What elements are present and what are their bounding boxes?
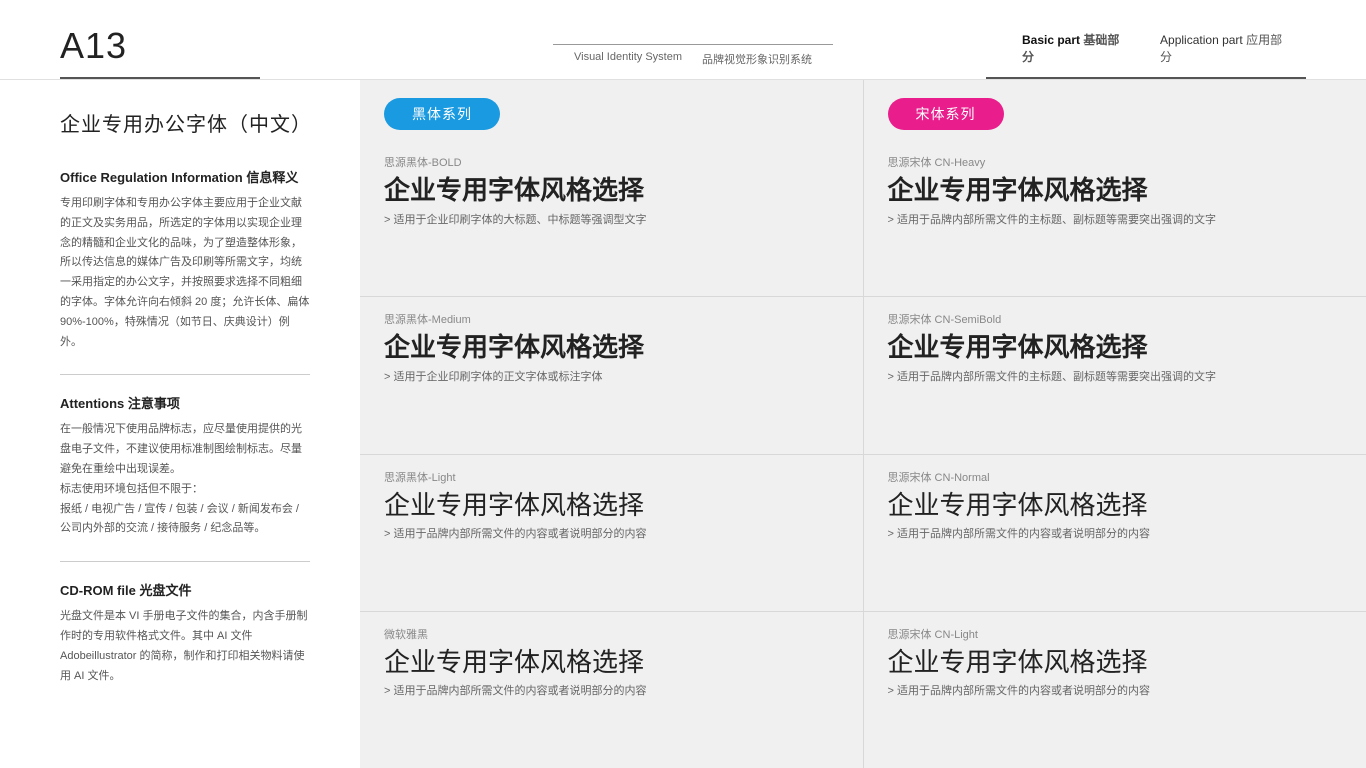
font-name-yahei: 微软雅黑 bbox=[384, 626, 839, 642]
font-sample-yahei: 企业专用字体风格选择 bbox=[384, 648, 839, 677]
sidebar-section-attentions-title: Attentions 注意事项 bbox=[60, 393, 310, 412]
font-columns: 黑体系列 思源黑体-BOLD 企业专用字体风格选择 适用于企业印刷字体的大标题、… bbox=[360, 80, 1366, 768]
header-title-en: Visual Identity System bbox=[574, 51, 682, 67]
font-desc-songti-heavy: 适用于品牌内部所需文件的主标题、副标题等需要突出强调的文字 bbox=[888, 211, 1343, 227]
font-entry-yahei: 微软雅黑 企业专用字体风格选择 适用于品牌内部所需文件的内容或者说明部分的内容 bbox=[360, 612, 863, 768]
font-name-songti-semibold: 思源宋体 CN-SemiBold bbox=[888, 311, 1343, 327]
font-sample-heiti-medium: 企业专用字体风格选择 bbox=[384, 333, 839, 362]
header-nav-application-en: Application part bbox=[1160, 33, 1243, 47]
font-name-songti-heavy: 思源宋体 CN-Heavy bbox=[888, 154, 1343, 170]
sidebar-section-regulation-body: 专用印刷字体和专用办公字体主要应用于企业文献的正文及实务用品，所选定的字体用以实… bbox=[60, 194, 310, 352]
sidebar: 企业专用办公字体（中文） Office Regulation Informati… bbox=[0, 80, 360, 768]
sidebar-section-attentions: Attentions 注意事项 在一般情况下使用品牌标志，应尽量使用提供的光盘电… bbox=[60, 393, 310, 539]
sidebar-section-cdrom: CD-ROM file 光盘文件 光盘文件是本 VI 手册电子文件的集合，内含手… bbox=[60, 580, 310, 686]
sidebar-section-cdrom-body: 光盘文件是本 VI 手册电子文件的集合，内含手册制作时的专用软件格式文件。其中 … bbox=[60, 607, 310, 686]
font-sample-heiti-bold: 企业专用字体风格选择 bbox=[384, 176, 839, 205]
font-entry-heiti-light: 思源黑体-Light 企业专用字体风格选择 适用于品牌内部所需文件的内容或者说明… bbox=[360, 455, 863, 612]
font-name-heiti-medium: 思源黑体-Medium bbox=[384, 311, 839, 327]
font-desc-songti-light: 适用于品牌内部所需文件的内容或者说明部分的内容 bbox=[888, 682, 1343, 698]
sidebar-divider-1 bbox=[60, 374, 310, 375]
font-col-songti: 宋体系列 思源宋体 CN-Heavy 企业专用字体风格选择 适用于品牌内部所需文… bbox=[864, 80, 1366, 768]
badge-songti: 宋体系列 bbox=[888, 98, 1004, 130]
font-entry-heiti-medium: 思源黑体-Medium 企业专用字体风格选择 适用于企业印刷字体的正文字体或标注… bbox=[360, 297, 863, 454]
col-header-songti: 宋体系列 bbox=[864, 80, 1366, 130]
font-desc-heiti-light: 适用于品牌内部所需文件的内容或者说明部分的内容 bbox=[384, 525, 839, 541]
font-name-heiti-bold: 思源黑体-BOLD bbox=[384, 154, 839, 170]
header-nav-basic-en: Basic part bbox=[1022, 33, 1080, 47]
header-center-line bbox=[553, 44, 833, 45]
font-name-songti-normal: 思源宋体 CN-Normal bbox=[888, 469, 1343, 485]
font-name-songti-light: 思源宋体 CN-Light bbox=[888, 626, 1343, 642]
font-entry-songti-semibold: 思源宋体 CN-SemiBold 企业专用字体风格选择 适用于品牌内部所需文件的… bbox=[864, 297, 1366, 454]
header: A13 Visual Identity System 品牌视觉形象识别系统 Ba… bbox=[0, 0, 1366, 80]
font-entry-songti-normal: 思源宋体 CN-Normal 企业专用字体风格选择 适用于品牌内部所需文件的内容… bbox=[864, 455, 1366, 612]
content: 黑体系列 思源黑体-BOLD 企业专用字体风格选择 适用于企业印刷字体的大标题、… bbox=[360, 80, 1366, 768]
header-nav-basic[interactable]: Basic part 基础部分 bbox=[1006, 31, 1144, 65]
font-sample-heiti-light: 企业专用字体风格选择 bbox=[384, 491, 839, 520]
font-entry-songti-light: 思源宋体 CN-Light 企业专用字体风格选择 适用于品牌内部所需文件的内容或… bbox=[864, 612, 1366, 768]
font-desc-songti-semibold: 适用于品牌内部所需文件的主标题、副标题等需要突出强调的文字 bbox=[888, 368, 1343, 384]
sidebar-section-attentions-body: 在一般情况下使用品牌标志，应尽量使用提供的光盘电子文件，不建议使用标准制图绘制标… bbox=[60, 420, 310, 539]
sidebar-title: 企业专用办公字体（中文） bbox=[60, 108, 310, 137]
badge-heiti: 黑体系列 bbox=[384, 98, 500, 130]
main: 企业专用办公字体（中文） Office Regulation Informati… bbox=[0, 80, 1366, 768]
font-sample-songti-heavy: 企业专用字体风格选择 bbox=[888, 176, 1343, 205]
header-right: Basic part 基础部分 Application part 应用部分 bbox=[986, 31, 1306, 79]
font-desc-heiti-bold: 适用于企业印刷字体的大标题、中标题等强调型文字 bbox=[384, 211, 839, 227]
font-sample-songti-semibold: 企业专用字体风格选择 bbox=[888, 333, 1343, 362]
sidebar-section-cdrom-title: CD-ROM file 光盘文件 bbox=[60, 580, 310, 599]
font-entry-songti-heavy: 思源宋体 CN-Heavy 企业专用字体风格选择 适用于品牌内部所需文件的主标题… bbox=[864, 140, 1366, 297]
font-desc-heiti-medium: 适用于企业印刷字体的正文字体或标注字体 bbox=[384, 368, 839, 384]
sidebar-section-regulation: Office Regulation Information 信息释义 专用印刷字… bbox=[60, 167, 310, 352]
font-desc-yahei: 适用于品牌内部所需文件的内容或者说明部分的内容 bbox=[384, 682, 839, 698]
font-name-heiti-light: 思源黑体-Light bbox=[384, 469, 839, 485]
col-spacer-left bbox=[360, 130, 863, 140]
font-col-heiti: 黑体系列 思源黑体-BOLD 企业专用字体风格选择 适用于企业印刷字体的大标题、… bbox=[360, 80, 864, 768]
col-spacer-right bbox=[864, 130, 1366, 140]
col-header-heiti: 黑体系列 bbox=[360, 80, 863, 130]
header-left: A13 bbox=[60, 25, 400, 79]
font-sample-songti-light: 企业专用字体风格选择 bbox=[888, 648, 1343, 677]
font-entry-heiti-bold: 思源黑体-BOLD 企业专用字体风格选择 适用于企业印刷字体的大标题、中标题等强… bbox=[360, 140, 863, 297]
sidebar-section-regulation-title: Office Regulation Information 信息释义 bbox=[60, 167, 310, 186]
sidebar-divider-2 bbox=[60, 561, 310, 562]
header-title-cn: 品牌视觉形象识别系统 bbox=[702, 51, 812, 67]
font-sample-songti-normal: 企业专用字体风格选择 bbox=[888, 491, 1343, 520]
font-desc-songti-normal: 适用于品牌内部所需文件的内容或者说明部分的内容 bbox=[888, 525, 1343, 541]
header-center: Visual Identity System 品牌视觉形象识别系统 bbox=[400, 44, 986, 79]
header-nav-application[interactable]: Application part 应用部分 bbox=[1144, 31, 1306, 65]
page-code: A13 bbox=[60, 25, 260, 79]
header-center-titles: Visual Identity System 品牌视觉形象识别系统 bbox=[574, 51, 812, 67]
